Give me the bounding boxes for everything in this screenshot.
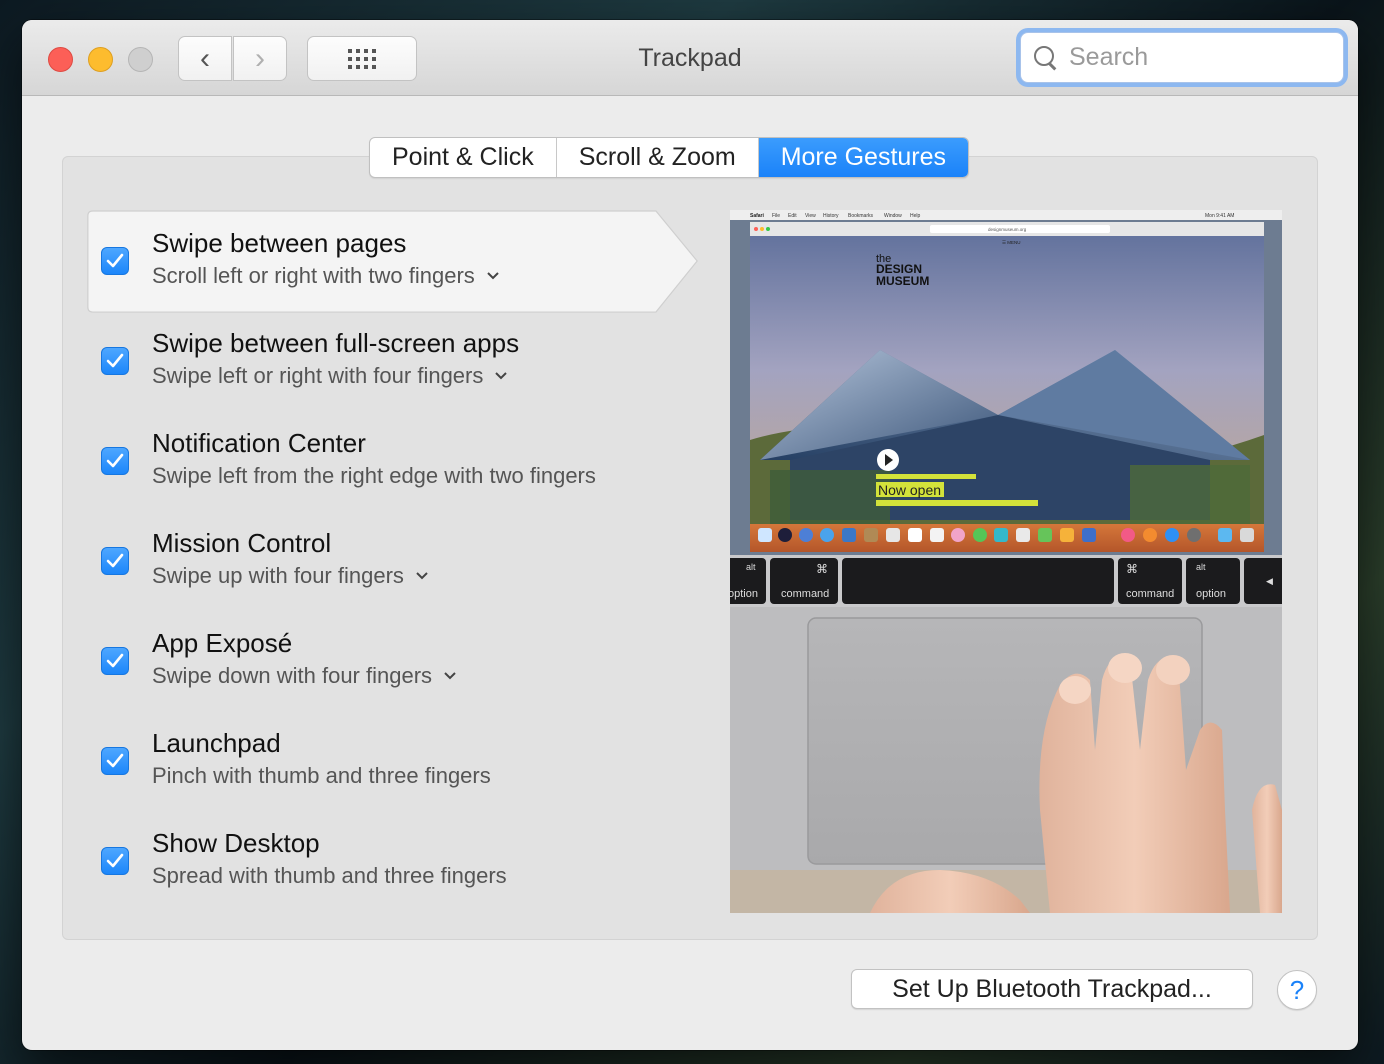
preview-key-alt-left: alt [746, 562, 756, 572]
preview-key-alt-right: alt [1196, 562, 1206, 572]
chevron-down-icon [495, 372, 508, 380]
gesture-checkbox[interactable] [101, 247, 129, 275]
preview-key-option-right: option [1196, 588, 1226, 600]
preview-key-command-right: command [1126, 588, 1174, 600]
gesture-row-swipe-pages[interactable]: Swipe between pages Scroll left or right… [82, 210, 702, 314]
gesture-row-notification-center[interactable]: Notification Center Swipe left from the … [82, 410, 702, 514]
gesture-checkbox[interactable] [101, 347, 129, 375]
preview-illustration: Safari File Edit View History Bookmarks … [730, 210, 1282, 913]
gesture-title: Show Desktop [152, 828, 320, 858]
checkmark-icon [106, 453, 124, 468]
checkmark-icon [106, 753, 124, 768]
preferences-window: ‹ › Trackpad Point & Click Scroll & Zoom… [22, 20, 1358, 1050]
selection-highlight [87, 210, 698, 313]
setup-bluetooth-trackpad-button[interactable]: Set Up Bluetooth Trackpad... [851, 969, 1253, 1009]
gesture-title: Mission Control [152, 528, 332, 558]
question-mark-icon: ? [1289, 974, 1305, 1005]
gesture-subtitle: Swipe down with four fingers [152, 663, 433, 688]
preview-key-cmd-left-symbol: ⌘ [816, 562, 828, 576]
gesture-row-show-desktop[interactable]: Show Desktop Spread with thumb and three… [82, 810, 702, 914]
gesture-subtitle-static: Swipe left from the right edge with two … [152, 463, 596, 489]
preview-menu-history: History [823, 213, 839, 219]
preview-menu-bookmarks: Bookmarks [848, 213, 874, 219]
tab-more-gestures[interactable]: More Gestures [758, 138, 969, 177]
preview-menubar-app: Safari [750, 213, 765, 219]
preview-menu-view: View [805, 213, 816, 219]
gesture-row-launchpad[interactable]: Launchpad Pinch with thumb and three fin… [82, 710, 702, 814]
search-field[interactable] [1020, 32, 1344, 83]
gesture-subtitle-static: Spread with thumb and three fingers [152, 863, 507, 889]
checkmark-icon [106, 253, 124, 268]
preview-key-command-left: command [781, 588, 829, 600]
preview-clock: Mon 9:41 AM [1205, 213, 1234, 219]
preview-key-cmd-right-symbol: ⌘ [1126, 562, 1138, 576]
gesture-title: Swipe between full-screen apps [152, 328, 520, 358]
gesture-title: App Exposé [152, 628, 293, 658]
gesture-checkbox[interactable] [101, 647, 129, 675]
checkmark-icon [106, 853, 124, 868]
gesture-row-mission-control[interactable]: Mission Control Swipe up with four finge… [82, 510, 702, 614]
gesture-subtitle: Pinch with thumb and three fingers [152, 763, 491, 788]
gesture-popup[interactable]: Swipe down with four fingers [152, 663, 456, 689]
gesture-subtitle: Swipe left or right with four fingers [152, 363, 484, 388]
preview-logo-museum: MUSEUM [876, 274, 929, 288]
gesture-popup[interactable]: Swipe left or right with four fingers [152, 363, 508, 389]
gesture-checkbox[interactable] [101, 747, 129, 775]
gesture-title: Launchpad [152, 728, 281, 758]
preview-url: designmuseum.org [988, 227, 1027, 232]
chevron-down-icon [416, 572, 428, 580]
checkmark-icon [106, 553, 124, 568]
search-icon [1033, 45, 1059, 71]
gesture-title: Notification Center [152, 428, 366, 458]
gesture-popup[interactable]: Scroll left or right with two fingers [152, 263, 499, 289]
tab-bar: Point & Click Scroll & Zoom More Gesture… [369, 137, 970, 178]
preview-key-option-left: option [730, 588, 758, 600]
preview-now-open: Now open [878, 482, 941, 498]
checkmark-icon [106, 653, 124, 668]
chevron-down-icon [444, 672, 456, 680]
checkmark-icon [106, 353, 124, 368]
gesture-row-fullscreen-apps[interactable]: Swipe between full-screen apps Swipe lef… [82, 310, 702, 414]
gesture-checkbox[interactable] [101, 547, 129, 575]
tab-point-click[interactable]: Point & Click [370, 138, 557, 177]
preview-key-arrow: ◀ [1266, 576, 1273, 586]
gesture-subtitle: Spread with thumb and three fingers [152, 863, 507, 888]
preview-menu-help: Help [910, 213, 921, 219]
gesture-checkbox[interactable] [101, 447, 129, 475]
search-input[interactable] [1069, 43, 1329, 72]
gesture-row-app-expose[interactable]: App Exposé Swipe down with four fingers [82, 610, 702, 714]
help-button[interactable]: ? [1277, 970, 1317, 1010]
gesture-title: Swipe between pages [152, 228, 407, 258]
preview-menu-file: File [772, 213, 780, 219]
title-bar: ‹ › Trackpad [22, 20, 1358, 96]
gesture-subtitle-static: Pinch with thumb and three fingers [152, 763, 491, 789]
gesture-checkbox[interactable] [101, 847, 129, 875]
preview-menu-edit: Edit [788, 213, 797, 219]
tab-scroll-zoom[interactable]: Scroll & Zoom [557, 138, 759, 177]
chevron-down-icon [487, 272, 499, 280]
gesture-subtitle: Scroll left or right with two fingers [152, 263, 475, 288]
preview-menu-label: ☰ MENU [1002, 240, 1021, 245]
gesture-subtitle: Swipe left from the right edge with two … [152, 463, 596, 488]
gesture-subtitle: Swipe up with four fingers [152, 563, 404, 588]
preview-menu-window: Window [884, 213, 902, 219]
gesture-popup[interactable]: Swipe up with four fingers [152, 563, 428, 589]
gesture-preview-video: Safari File Edit View History Bookmarks … [730, 210, 1282, 913]
